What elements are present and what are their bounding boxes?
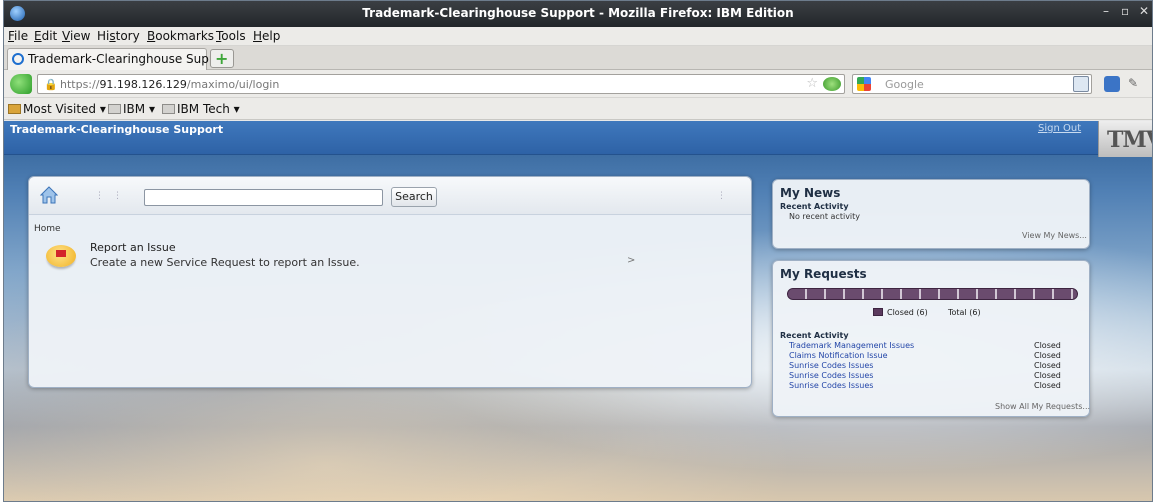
report-issue-title[interactable]: Report an Issue xyxy=(90,241,176,254)
folder-icon xyxy=(108,104,121,114)
home-icon[interactable] xyxy=(40,186,58,204)
minimize-button[interactable]: – xyxy=(1103,4,1109,18)
request-status: Closed xyxy=(1034,341,1061,350)
tab-trademark-support[interactable]: Trademark-Clearinghouse Support xyxy=(7,48,234,70)
total-count: Total (6) xyxy=(948,308,981,317)
separator: ⋮ xyxy=(717,191,726,201)
panel-toolbar: ⋮ ⋮ ⋮ Search xyxy=(29,177,751,215)
requests-subtitle: Recent Activity xyxy=(780,331,849,340)
search-button[interactable]: Search xyxy=(391,187,437,207)
menu-view[interactable]: View xyxy=(62,29,90,43)
request-name-link[interactable]: Sunrise Codes Issues xyxy=(789,381,873,390)
title-bar: Trademark-Clearinghouse Support - Mozill… xyxy=(4,1,1152,27)
news-subtitle: Recent Activity xyxy=(780,202,849,211)
closed-legend-swatch xyxy=(873,308,883,316)
page-content: Trademark-Clearinghouse Support Sign Out… xyxy=(4,121,1152,501)
menu-history[interactable]: History xyxy=(97,29,140,43)
new-tab-button[interactable]: + xyxy=(210,49,234,68)
report-issue-item[interactable]: Report an Issue Create a new Service Req… xyxy=(43,241,643,281)
tools-icon[interactable]: ✎ xyxy=(1128,76,1138,90)
requests-progress-bar xyxy=(787,288,1078,300)
sign-out-link[interactable]: Sign Out xyxy=(1038,123,1081,134)
app-title: Trademark-Clearinghouse Support xyxy=(10,123,224,136)
request-row[interactable]: Sunrise Codes Issues Closed xyxy=(789,371,1069,381)
extension-icon[interactable] xyxy=(1104,76,1120,92)
bookmark-ibm[interactable]: IBM ▾ xyxy=(108,102,155,116)
requests-title: My Requests xyxy=(780,267,867,281)
menu-tools[interactable]: Tools xyxy=(216,29,246,43)
menu-help[interactable]: Help xyxy=(253,29,280,43)
my-requests-panel: My Requests Closed (6) Total (6) Recent … xyxy=(772,260,1090,417)
app-header: Trademark-Clearinghouse Support Sign Out xyxy=(4,121,1152,155)
bookmark-ibm-tech[interactable]: IBM Tech ▾ xyxy=(162,102,240,116)
request-row[interactable]: Trademark Management Issues Closed xyxy=(789,341,1069,351)
maximize-button[interactable]: ▫ xyxy=(1121,4,1129,18)
bookmark-most-visited[interactable]: Most Visited ▾ xyxy=(8,102,106,116)
menu-edit[interactable]: Edit xyxy=(34,29,57,43)
bookmark-star-icon[interactable]: ☆ xyxy=(806,76,818,91)
view-my-news-link[interactable]: View My News... xyxy=(1022,231,1087,240)
tab-bar: Trademark-Clearinghouse Support + xyxy=(4,46,1152,70)
magnifier-icon[interactable] xyxy=(1073,76,1089,92)
report-issue-description: Create a new Service Request to report a… xyxy=(90,256,360,269)
request-name-link[interactable]: Trademark Management Issues xyxy=(789,341,914,350)
breadcrumb[interactable]: Home xyxy=(34,224,61,234)
plus-icon: + xyxy=(215,49,229,68)
news-title: My News xyxy=(780,186,841,200)
url-text[interactable]: https://91.198.126.129/maximo/ui/login xyxy=(60,78,279,91)
my-news-panel: My News Recent Activity No recent activi… xyxy=(772,179,1090,249)
progress-fill xyxy=(788,289,1077,299)
menu-file[interactable]: File xyxy=(8,29,28,43)
request-name-link[interactable]: Sunrise Codes Issues xyxy=(789,371,873,380)
tab-label: Trademark-Clearinghouse Support xyxy=(28,52,234,66)
request-row[interactable]: Claims Notification Issue Closed xyxy=(789,351,1069,361)
search-input[interactable] xyxy=(144,189,383,206)
request-row[interactable]: Sunrise Codes Issues Closed xyxy=(789,361,1069,371)
request-row[interactable]: Sunrise Codes Issues Closed xyxy=(789,381,1069,391)
menu-bookmarks[interactable]: Bookmarks xyxy=(147,29,214,43)
folder-icon xyxy=(8,104,21,114)
separator: ⋮ xyxy=(113,191,122,201)
request-status: Closed xyxy=(1034,351,1061,360)
separator: ⋮ xyxy=(95,191,104,201)
go-icon[interactable] xyxy=(823,77,841,91)
browser-window: Trademark-Clearinghouse Support - Mozill… xyxy=(3,0,1153,502)
bookmarks-bar: Most Visited ▾ IBM ▾ IBM Tech ▾ xyxy=(4,98,1152,120)
url-bar[interactable]: 🔒 https://91.198.126.129/maximo/ui/login… xyxy=(37,74,845,94)
news-empty-text: No recent activity xyxy=(789,212,861,221)
report-issue-icon xyxy=(46,245,76,267)
window-title: Trademark-Clearinghouse Support - Mozill… xyxy=(362,6,794,20)
folder-icon xyxy=(162,104,175,114)
logo: TMV xyxy=(1098,121,1152,157)
google-icon[interactable] xyxy=(857,77,871,91)
request-status: Closed xyxy=(1034,381,1061,390)
request-status: Closed xyxy=(1034,361,1061,370)
request-name-link[interactable]: Sunrise Codes Issues xyxy=(789,361,873,370)
closed-count: Closed (6) xyxy=(887,308,928,317)
start-center-panel: ⋮ ⋮ ⋮ Search Home Report an Issue Create… xyxy=(28,176,752,388)
request-status: Closed xyxy=(1034,371,1061,380)
show-all-requests-link[interactable]: Show All My Requests... xyxy=(995,402,1090,411)
navigation-bar: 🔒 https://91.198.126.129/maximo/ui/login… xyxy=(4,70,1152,98)
chevron-right-icon[interactable]: > xyxy=(627,255,635,266)
search-engine-box[interactable]: Google xyxy=(852,74,1092,94)
requests-list: Trademark Management Issues Closed Claims … xyxy=(789,341,1069,391)
menu-bar: File Edit View History Bookmarks Tools H… xyxy=(4,27,1152,46)
back-button[interactable] xyxy=(10,74,32,94)
lock-icon: 🔒 xyxy=(44,78,58,91)
close-button[interactable]: ✕ xyxy=(1139,4,1149,18)
loading-icon xyxy=(12,53,24,65)
search-engine-placeholder: Google xyxy=(885,78,924,91)
request-name-link[interactable]: Claims Notification Issue xyxy=(789,351,888,360)
